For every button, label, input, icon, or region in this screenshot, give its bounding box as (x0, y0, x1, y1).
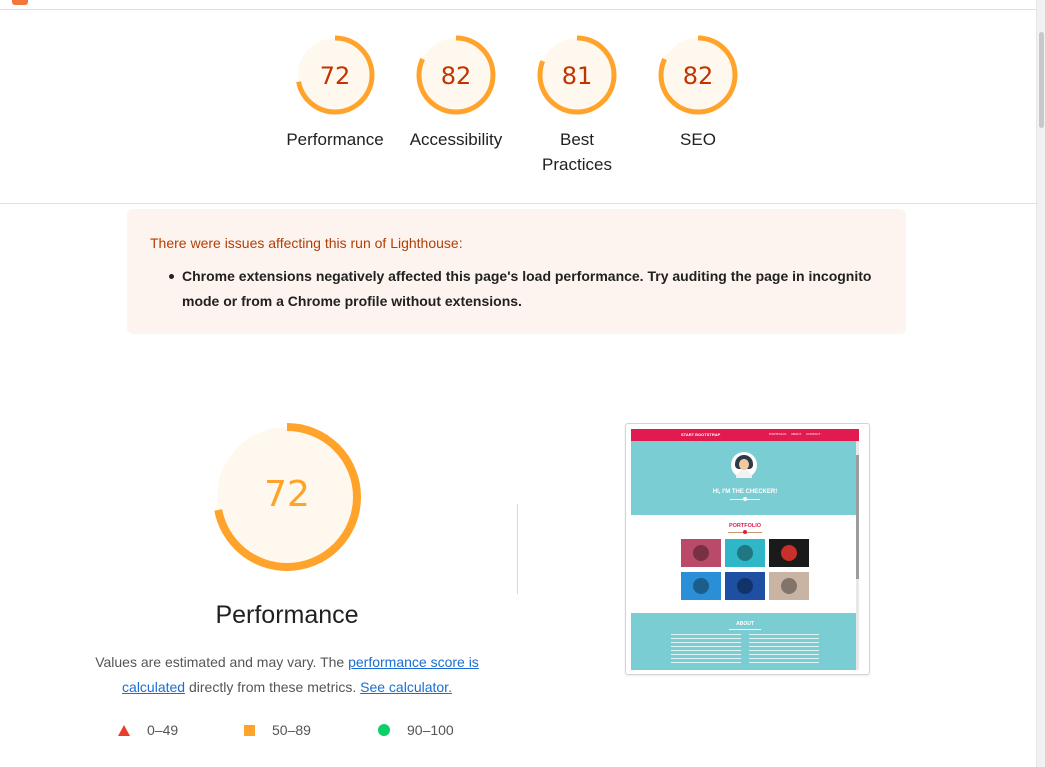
portfolio-tile (725, 539, 765, 567)
screenshot-about: ABOUT (631, 613, 859, 670)
performance-description: Values are estimated and may vary. The p… (80, 650, 494, 700)
see-calculator-link[interactable]: See calculator. (360, 679, 452, 695)
gauge-ring: 81 (537, 35, 617, 115)
header-divider (0, 203, 1038, 204)
triangle-icon (118, 724, 130, 736)
gauge-label: SEO (680, 130, 716, 149)
gauge-ring: 72 (295, 35, 375, 115)
screenshot-portfolio-title: PORTFOLIO (728, 523, 762, 529)
star-icon (743, 530, 747, 534)
gauge-accessibility[interactable]: 82 Accessibility (401, 33, 511, 152)
legend-pass: 90–100 (378, 722, 454, 738)
gauge-score: 82 (683, 62, 714, 90)
legend-fail-range: 0–49 (147, 722, 179, 738)
gauge-label: Performance (286, 130, 384, 149)
gauge-performance[interactable]: 72 Performance (280, 33, 390, 152)
gauge-score: 82 (441, 62, 472, 90)
screenshot-nav-links: PORTFOLIO ABOUT CONTACT (769, 432, 821, 436)
portfolio-tile (681, 539, 721, 567)
gauge-label: Accessibility (409, 130, 503, 149)
legend-average: 50–89 (244, 722, 311, 738)
screenshot-hero-title: HI, I'M THE CHECKER! (712, 489, 778, 495)
screenshot-hero: HI, I'M THE CHECKER! (631, 441, 859, 515)
performance-heading: Performance (215, 601, 359, 629)
star-icon (743, 497, 747, 501)
portfolio-tile (769, 539, 809, 567)
gauge-label: Best Practices (542, 130, 612, 174)
square-icon (244, 724, 255, 736)
legend-pass-range: 90–100 (407, 722, 454, 738)
screenshot-brand: START BOOTSTRAP (681, 432, 721, 437)
gauge-score: 72 (320, 62, 351, 90)
legend-average-range: 50–89 (272, 722, 311, 738)
legend-fail: 0–49 (118, 722, 178, 738)
description-text-middle: directly from these metrics. (185, 679, 361, 695)
portfolio-tile (725, 572, 765, 600)
warning-item: Chrome extensions negatively affected th… (169, 264, 872, 314)
avatar-icon (731, 452, 757, 478)
top-bar (0, 0, 1038, 10)
run-warnings-box: There were issues affecting this run of … (127, 209, 906, 334)
final-screenshot[interactable]: START BOOTSTRAP PORTFOLIO ABOUT CONTACT … (625, 423, 870, 675)
warning-title: There were issues affecting this run of … (150, 235, 463, 251)
score-scale-legend: 0–49 50–89 90–100 (0, 722, 520, 742)
screenshot-navbar: START BOOTSTRAP PORTFOLIO ABOUT CONTACT (631, 429, 859, 441)
description-text: Values are estimated and may vary. The (95, 654, 349, 670)
gauge-seo[interactable]: 82 SEO (643, 33, 753, 152)
scrollbar-thumb[interactable] (1039, 32, 1044, 128)
circle-icon (378, 724, 390, 736)
screenshot-about-title: ABOUT (736, 621, 754, 627)
performance-score-value: 72 (264, 474, 310, 515)
category-gauges: 72 Performance 82 Accessibility 81 Best Pract… (0, 33, 1038, 203)
gauge-score: 81 (562, 62, 593, 90)
performance-score-gauge[interactable]: 72 (210, 420, 364, 574)
vertical-divider (517, 504, 518, 594)
lighthouse-logo-icon (12, 0, 28, 5)
portfolio-tile (769, 572, 809, 600)
gauge-ring: 82 (416, 35, 496, 115)
gauge-ring: 82 (658, 35, 738, 115)
portfolio-tile (681, 572, 721, 600)
screenshot-image: START BOOTSTRAP PORTFOLIO ABOUT CONTACT … (631, 429, 859, 670)
gauge-best-practices[interactable]: 81 Best Practices (522, 33, 632, 177)
